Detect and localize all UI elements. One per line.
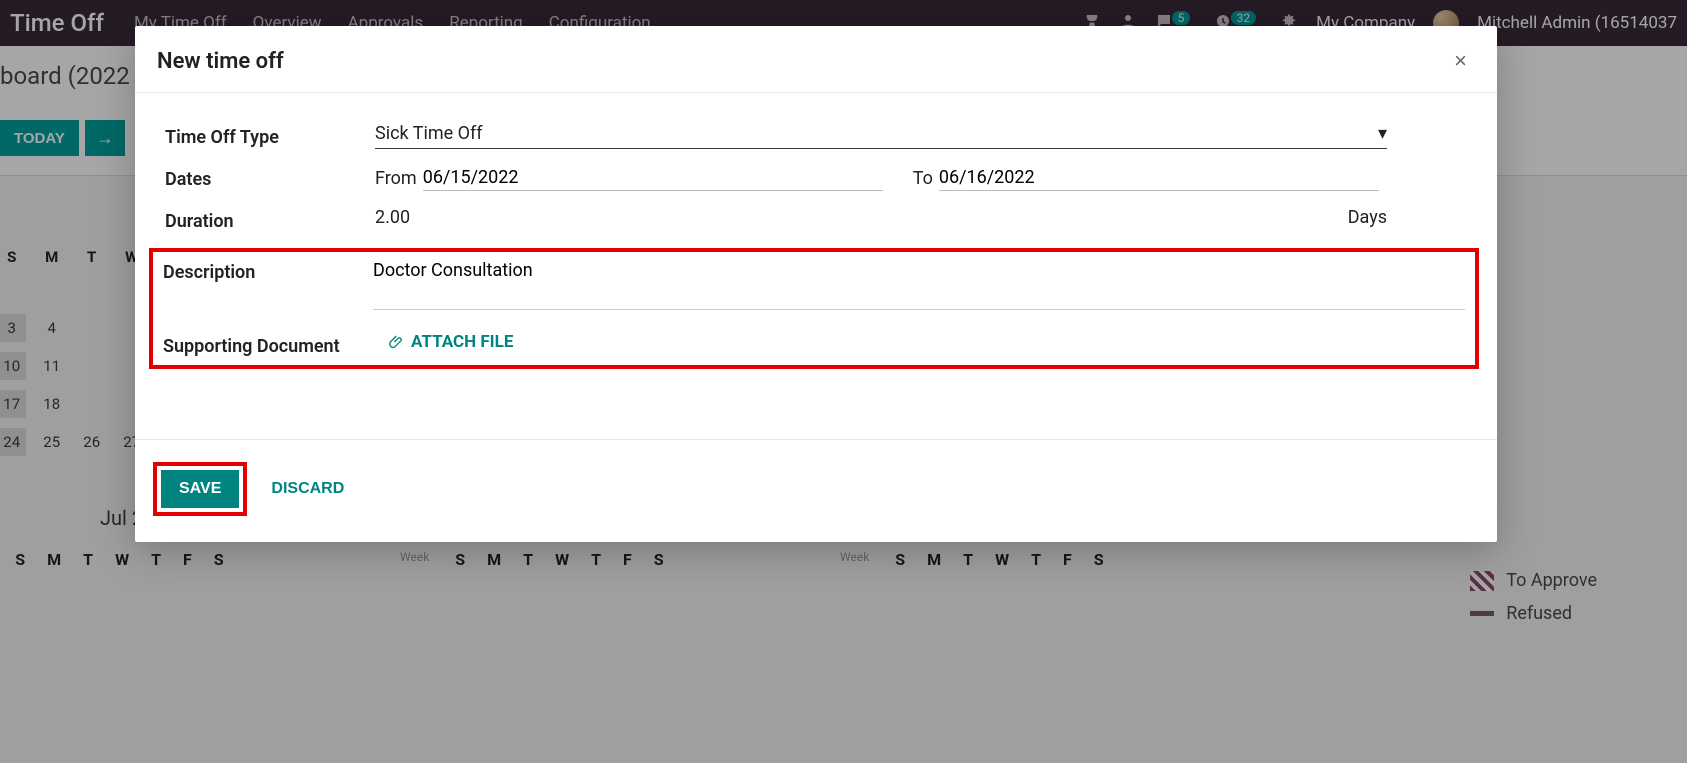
new-time-off-modal: New time off × Time Off Type Sick Time O… (135, 26, 1497, 542)
date-to-input[interactable] (939, 165, 1379, 191)
label-dates: Dates (165, 165, 375, 190)
close-icon: × (1454, 48, 1467, 73)
chevron-down-icon: ▾ (1378, 123, 1387, 144)
close-button[interactable]: × (1454, 48, 1467, 74)
label-duration: Duration (165, 207, 375, 232)
save-button[interactable]: SAVE (161, 470, 239, 508)
time-off-type-select[interactable]: Sick Time Off ▾ (375, 123, 1387, 149)
label-type: Time Off Type (165, 123, 375, 148)
label-description: Description (163, 258, 373, 283)
date-from-input[interactable] (423, 165, 883, 191)
paperclip-icon (389, 334, 405, 350)
duration-unit: Days (1348, 207, 1387, 228)
label-supporting: Supporting Document (163, 332, 373, 357)
attach-file-label: ATTACH FILE (411, 332, 513, 352)
duration-value: 2.00 (375, 207, 410, 228)
description-input[interactable] (373, 258, 1465, 310)
attach-file-button[interactable]: ATTACH FILE (389, 332, 513, 352)
highlight-box: Description Supporting Document ATTACH F… (149, 248, 1479, 369)
label-to: To (913, 168, 933, 189)
discard-button[interactable]: DISCARD (271, 480, 344, 498)
time-off-type-value: Sick Time Off (375, 123, 483, 144)
save-highlight: SAVE (153, 462, 247, 516)
label-from: From (375, 168, 417, 189)
modal-title: New time off (157, 49, 284, 74)
